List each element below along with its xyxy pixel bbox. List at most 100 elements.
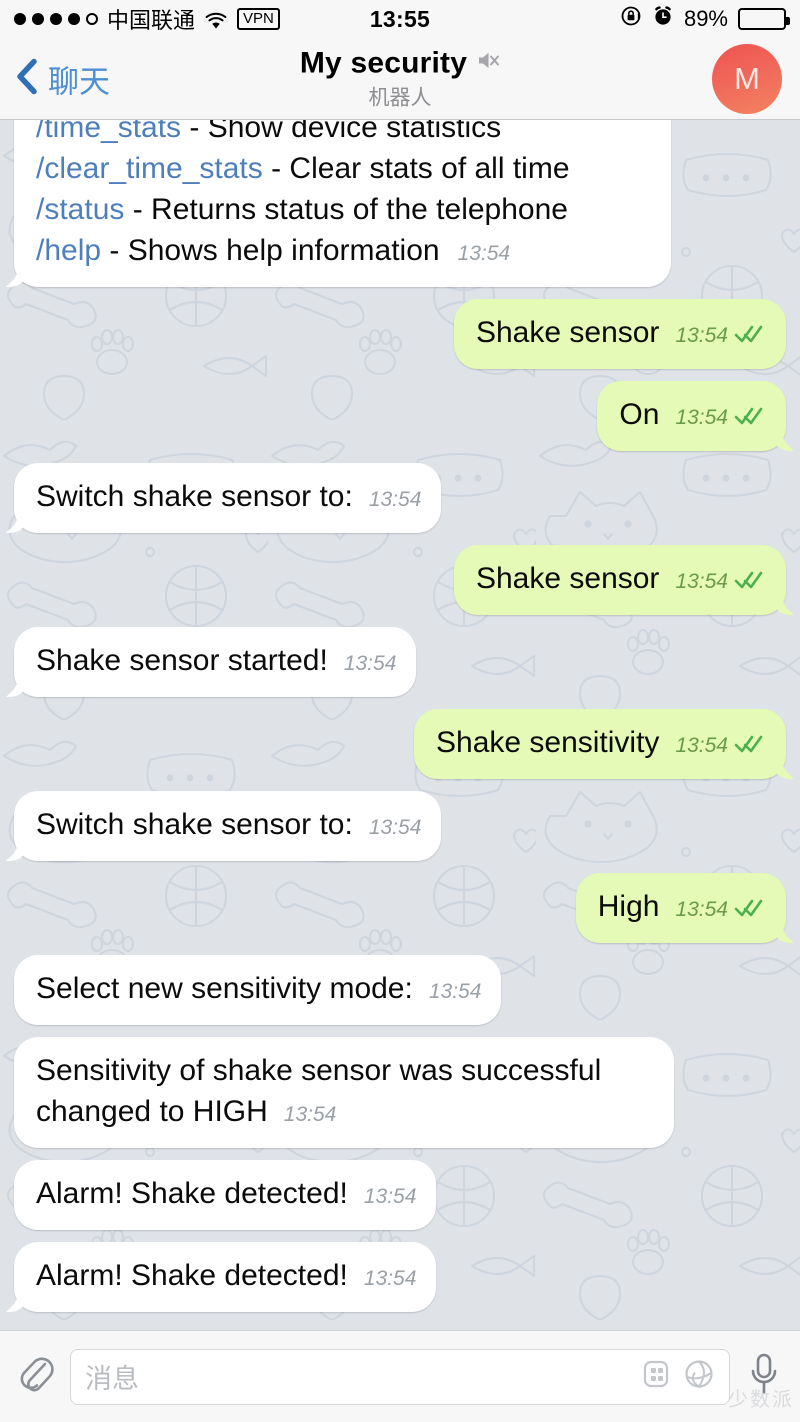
read-receipt-icon <box>734 396 764 425</box>
message-timestamp: 13:54 <box>363 1185 417 1208</box>
incoming-message-bubble[interactable]: Shake sensor started! 13:54 <box>14 627 417 697</box>
message-meta: 13:54 <box>344 643 397 684</box>
command-link[interactable]: /status <box>36 193 124 226</box>
chat-title-block[interactable]: My security 机器人 <box>190 46 610 111</box>
message-text: Select new sensitivity mode: <box>36 972 413 1005</box>
avatar-initial: M <box>734 60 760 96</box>
message-timestamp: 13:54 <box>675 898 728 921</box>
page-title: My security <box>299 46 468 79</box>
message-list[interactable]: /tasker - Executes tasker command with n… <box>0 120 800 1330</box>
message-timestamp: 13:54 <box>428 980 482 1003</box>
outgoing-message-bubble[interactable]: High 13:54 <box>575 873 786 943</box>
message-timestamp: 13:54 <box>343 652 397 675</box>
command-description: - Show device statistics <box>181 120 502 144</box>
message-timestamp: 13:54 <box>675 570 728 593</box>
message-row: Switch shake sensor to: 13:54 <box>14 463 786 533</box>
message-row: Shake sensor 13:54 <box>14 299 786 369</box>
message-row: Shake sensor started! 13:54 <box>14 627 786 697</box>
nav-bar: 聊天 My security 机器人 M <box>0 38 800 120</box>
outgoing-message-bubble[interactable]: On 13:54 <box>597 381 786 451</box>
message-meta: 13:54 <box>675 558 764 602</box>
message-text: Alarm! Shake detected! <box>36 1259 348 1292</box>
message-timestamp: 13:54 <box>283 1103 337 1126</box>
message-row: Sensitivity of shake sensor was successf… <box>14 1037 786 1148</box>
sticker-icon[interactable] <box>683 1358 715 1395</box>
back-button-label: 聊天 <box>48 64 110 99</box>
message-input-bar: 消息 少数派 <box>0 1330 800 1422</box>
outgoing-message-bubble[interactable]: Shake sensitivity 13:54 <box>414 709 786 779</box>
message-text: On <box>619 398 660 431</box>
keyboard-grid-icon[interactable] <box>641 1358 671 1395</box>
message-text: Shake sensor started! <box>36 644 328 677</box>
incoming-message-bubble[interactable]: Sensitivity of shake sensor was successf… <box>14 1037 674 1148</box>
status-bar: 中国联通 VPN 13:55 89% <box>0 0 800 38</box>
read-receipt-icon <box>734 888 764 917</box>
chat-screen: 中国联通 VPN 13:55 89% 聊天 My security 机器人 M … <box>0 0 800 1422</box>
outgoing-message-bubble[interactable]: Shake sensor 13:54 <box>453 299 786 369</box>
avatar[interactable]: M <box>712 43 782 114</box>
message-row: High 13:54 <box>14 873 786 943</box>
alarm-clock-icon <box>652 5 674 33</box>
incoming-message-bubble[interactable]: /tasker - Executes tasker command with n… <box>14 120 672 287</box>
paperclip-icon[interactable] <box>16 1352 56 1401</box>
command-link[interactable]: /clear_time_stats <box>36 152 263 185</box>
message-row: /tasker - Executes tasker command with n… <box>14 120 786 287</box>
command-line: /help - Shows help information 13:54 <box>36 230 651 274</box>
input-field-icons <box>641 1358 715 1395</box>
command-description: - Returns status of the telephone <box>124 193 568 226</box>
message-text: Shake sensor <box>475 562 660 595</box>
message-timestamp: 13:54 <box>368 488 422 511</box>
message-meta: 13:54 <box>369 479 422 520</box>
battery-percent-label: 89% <box>683 6 728 31</box>
incoming-message-bubble[interactable]: Switch shake sensor to: 13:54 <box>14 791 442 861</box>
incoming-message-bubble[interactable]: Alarm! Shake detected! 13:54 <box>14 1160 437 1230</box>
message-text: High <box>597 890 660 923</box>
message-meta: 13:54 <box>675 886 764 930</box>
message-row: Select new sensitivity mode: 13:54 <box>14 955 786 1025</box>
read-receipt-icon <box>734 724 764 753</box>
messages-container: /tasker - Executes tasker command with n… <box>0 120 800 1324</box>
message-row: On 13:54 <box>14 381 786 451</box>
incoming-message-bubble[interactable]: Select new sensitivity mode: 13:54 <box>14 955 502 1025</box>
chat-subtitle: 机器人 <box>368 86 432 109</box>
chevron-left-icon <box>16 57 38 100</box>
message-meta: 13:54 <box>675 722 764 766</box>
outgoing-message-bubble[interactable]: Shake sensor 13:54 <box>453 545 786 615</box>
message-row: Switch shake sensor to: 13:54 <box>14 791 786 861</box>
read-receipt-icon <box>734 560 764 589</box>
message-timestamp: 13:54 <box>457 242 511 265</box>
back-button[interactable]: 聊天 <box>16 56 110 101</box>
microphone-icon[interactable] <box>744 1350 784 1403</box>
status-bar-right: 89% <box>620 5 790 33</box>
command-line: /clear_time_stats - Clear stats of all t… <box>36 148 651 189</box>
command-link[interactable]: /time_stats <box>36 120 181 144</box>
incoming-message-bubble[interactable]: Alarm! Shake detected! 13:54 <box>14 1242 437 1312</box>
message-timestamp: 13:54 <box>675 734 728 757</box>
message-meta: 13:54 <box>364 1258 417 1299</box>
message-text: Switch shake sensor to: <box>36 480 353 513</box>
message-timestamp: 13:54 <box>675 324 728 347</box>
message-meta: 13:54 <box>364 1176 417 1217</box>
command-line: /time_stats - Show device statistics <box>36 120 651 148</box>
rotation-lock-icon <box>620 5 642 33</box>
message-timestamp: 13:54 <box>368 816 422 839</box>
message-meta: 13:54 <box>675 394 764 438</box>
message-meta: 13:54 <box>284 1094 337 1135</box>
message-text: Switch shake sensor to: <box>36 808 353 841</box>
command-link[interactable]: /help <box>36 234 101 267</box>
incoming-message-bubble[interactable]: Switch shake sensor to: 13:54 <box>14 463 442 533</box>
command-line: /status - Returns status of the telephon… <box>36 189 651 230</box>
battery-icon <box>738 8 790 30</box>
message-row: Shake sensitivity 13:54 <box>14 709 786 779</box>
message-timestamp: 13:54 <box>363 1267 417 1290</box>
message-row: Shake sensor 13:54 <box>14 545 786 615</box>
message-text: Alarm! Shake detected! <box>36 1177 348 1210</box>
message-input-field[interactable]: 消息 <box>70 1348 730 1405</box>
message-meta: 13:54 <box>429 971 482 1012</box>
message-row: Alarm! Shake detected! 13:54 <box>14 1160 786 1230</box>
message-input-placeholder: 消息 <box>85 1364 139 1394</box>
message-text: Shake sensor <box>475 316 660 349</box>
message-row: Alarm! Shake detected! 13:54 <box>14 1242 786 1312</box>
read-receipt-icon <box>734 314 764 343</box>
command-description: - Clear stats of all time <box>262 152 570 185</box>
